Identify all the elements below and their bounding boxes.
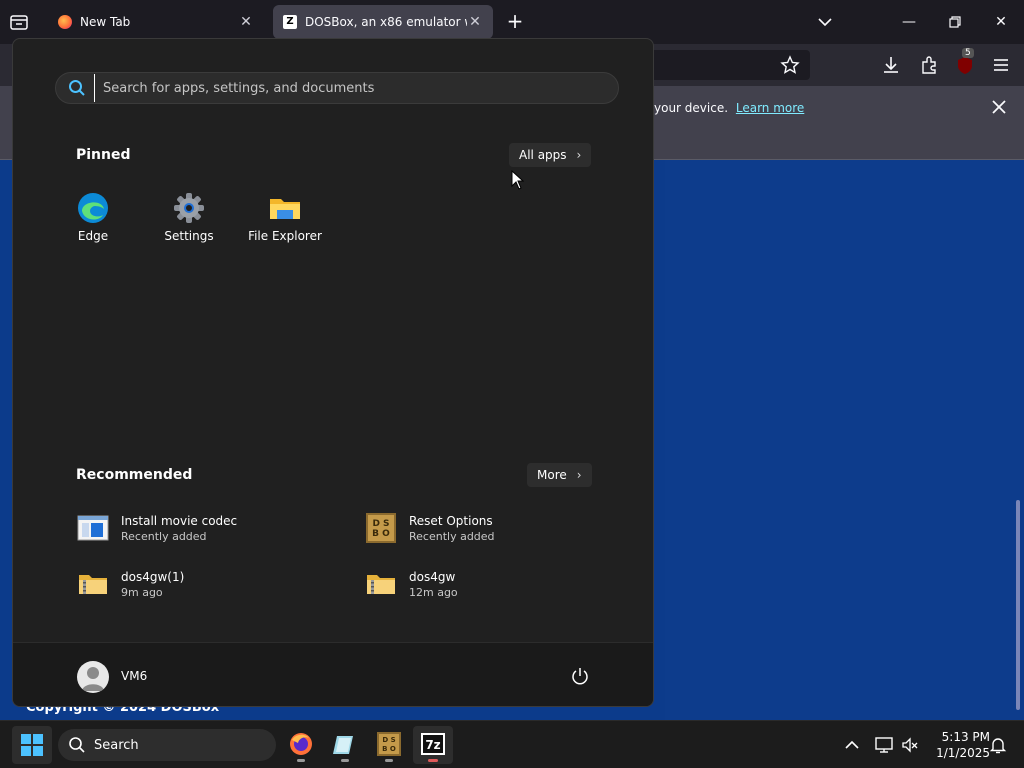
taskbar-app-dosbox[interactable]: D SB O — [369, 726, 409, 764]
recommended-item-name: dos4gw — [409, 569, 456, 584]
user-name[interactable]: VM6 — [121, 669, 147, 683]
notification-message: your device. — [654, 101, 729, 115]
installer-icon — [77, 512, 109, 544]
tab-overview-icon[interactable] — [8, 12, 30, 32]
all-apps-label: All apps — [519, 148, 567, 162]
notification-close-icon[interactable] — [988, 96, 1010, 118]
taskbar-app-firefox[interactable] — [281, 726, 321, 764]
pinned-title: Pinned — [76, 147, 131, 163]
pinned-app-name: Edge — [77, 229, 109, 243]
notification-text: your device. Learn more — [654, 101, 804, 115]
edge-icon — [76, 191, 110, 225]
gear-icon — [172, 191, 206, 225]
recommended-item-dos4gw-1[interactable]: dos4gw(1) 9m ago — [77, 566, 337, 602]
start-button[interactable] — [12, 726, 52, 764]
more-label: More — [537, 468, 567, 482]
learn-more-link[interactable]: Learn more — [736, 101, 804, 115]
taskbar-app-notepad[interactable] — [325, 726, 365, 764]
pinned-app-file-explorer[interactable]: File Explorer — [237, 191, 333, 243]
close-tab-icon[interactable]: ✕ — [238, 14, 254, 30]
recommended-item-reset-options[interactable]: D SB O Reset Options Recently added — [365, 510, 625, 546]
search-icon — [69, 80, 85, 96]
svg-text:D S: D S — [372, 519, 389, 529]
clock-date: 1/1/2025 — [936, 746, 990, 760]
extensions-puzzle-icon[interactable] — [918, 54, 940, 76]
start-search-input[interactable] — [94, 74, 618, 102]
recommended-item-text: dos4gw(1) 9m ago — [121, 570, 184, 599]
new-tab-button[interactable]: + — [503, 10, 527, 34]
page-scrollbar[interactable] — [1016, 500, 1020, 710]
tab-dosbox[interactable]: Z DOSBox, an x86 emulator with DOS ✕ — [273, 5, 493, 39]
recommended-item-subtitle: Recently added — [409, 529, 495, 543]
network-icon[interactable] — [874, 735, 894, 755]
ublock-extension-icon[interactable]: 5 — [954, 48, 976, 76]
taskbar-search[interactable]: Search — [58, 729, 276, 761]
recommended-item-text: dos4gw 12m ago — [409, 570, 458, 599]
extension-badge: 5 — [962, 48, 974, 58]
close-window-icon[interactable]: ✕ — [990, 11, 1012, 33]
content-panel — [665, 160, 1020, 720]
taskbar-clock[interactable]: 5:13 PM 1/1/2025 — [926, 729, 990, 761]
tab-label: DOSBox, an x86 emulator with DOS — [305, 15, 467, 29]
volume-muted-icon[interactable] — [900, 735, 920, 755]
start-menu: Pinned All apps › Edge Settings File Exp… — [12, 38, 654, 707]
all-apps-button[interactable]: All apps › — [509, 143, 592, 167]
running-indicator — [428, 759, 438, 762]
chevron-right-icon: › — [576, 148, 582, 162]
firefox-icon — [58, 15, 72, 29]
chevron-right-icon: › — [576, 468, 582, 482]
zip-folder-icon — [77, 568, 109, 600]
clock-time: 5:13 PM — [941, 730, 990, 744]
mouse-cursor-icon — [511, 170, 525, 190]
search-icon — [69, 737, 85, 753]
more-button[interactable]: More › — [527, 463, 592, 487]
recommended-item-subtitle: 12m ago — [409, 585, 458, 599]
recommended-item-text: Reset Options Recently added — [409, 514, 495, 543]
svg-text:B O: B O — [372, 529, 390, 539]
recommended-item-name: Install movie codec — [121, 513, 238, 528]
pinned-app-settings[interactable]: Settings — [141, 191, 237, 243]
recommended-item-subtitle: 9m ago — [121, 585, 163, 599]
show-hidden-icons-chevron-up-icon[interactable] — [842, 735, 862, 755]
svg-text:B O: B O — [382, 745, 396, 753]
menu-hamburger-icon[interactable] — [990, 54, 1012, 76]
notifications-bell-icon[interactable] — [988, 735, 1008, 755]
minimize-icon[interactable]: — — [898, 11, 920, 33]
start-search-box[interactable] — [55, 72, 619, 104]
running-indicator — [297, 759, 305, 762]
recommended-item-subtitle: Recently added — [121, 529, 207, 543]
pinned-app-name: File Explorer — [248, 229, 322, 243]
tab-new-tab[interactable]: New Tab ✕ — [48, 5, 264, 39]
bookmark-star-icon[interactable] — [779, 54, 801, 76]
recommended-item-text: Install movie codec Recently added — [121, 514, 237, 543]
start-menu-footer: VM6 — [13, 642, 653, 706]
zip-folder-icon — [365, 568, 397, 600]
dosbox-icon: D SB O — [365, 512, 397, 544]
recommended-item-install-movie-codec[interactable]: Install movie codec Recently added — [77, 510, 337, 546]
running-indicator — [341, 759, 349, 762]
taskbar-search-label: Search — [94, 737, 139, 753]
avatar[interactable] — [77, 661, 109, 693]
recommended-title: Recommended — [76, 467, 193, 483]
svg-text:7z: 7z — [425, 738, 440, 752]
svg-text:D S: D S — [382, 736, 395, 744]
power-icon[interactable] — [569, 665, 591, 687]
recommended-item-dos4gw[interactable]: dos4gw 12m ago — [365, 566, 625, 602]
restore-icon[interactable] — [944, 11, 966, 33]
page-favicon-icon: Z — [283, 15, 297, 29]
windows-logo-icon — [21, 734, 43, 756]
downloads-icon[interactable] — [880, 54, 902, 76]
list-tabs-chevron-down-icon[interactable] — [814, 11, 836, 33]
folder-icon — [268, 191, 302, 225]
recommended-item-name: Reset Options — [409, 513, 493, 528]
taskbar: Search D SB O 7z 5:13 PM 1/1/2025 — [0, 720, 1024, 768]
running-indicator — [385, 759, 393, 762]
tab-label: New Tab — [80, 15, 131, 29]
pinned-app-name: Settings — [164, 229, 214, 243]
recommended-item-name: dos4gw(1) — [121, 569, 185, 584]
close-tab-icon[interactable]: ✕ — [467, 14, 483, 30]
pinned-app-edge[interactable]: Edge — [45, 191, 141, 243]
taskbar-app-7zip[interactable]: 7z — [413, 726, 453, 764]
